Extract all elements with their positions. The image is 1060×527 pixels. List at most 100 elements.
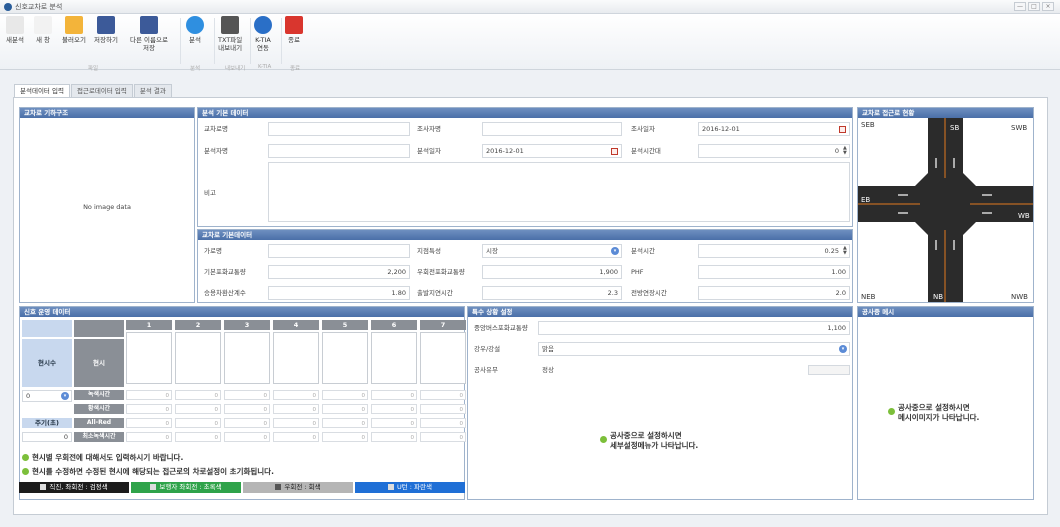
analysis-date-input[interactable]: 2016-12-01 <box>482 144 622 158</box>
legend-label: U턴 : 파란색 <box>397 483 432 491</box>
ribbon-group-label: K-TIA <box>258 64 272 70</box>
area-type-select[interactable]: 시장 ▾ <box>482 244 622 258</box>
tab-analysis-input[interactable]: 분석데이터 입력 <box>14 84 70 97</box>
signal-value-cell[interactable]: 0 <box>224 390 270 400</box>
tab-results[interactable]: 분석 결과 <box>133 84 172 97</box>
signal-value-cell[interactable]: 0 <box>371 432 417 442</box>
signal-value-cell[interactable]: 0 <box>126 418 172 428</box>
calendar-icon[interactable] <box>839 126 846 133</box>
analyst-input[interactable] <box>268 144 410 158</box>
signal-value-cell[interactable]: 0 <box>420 404 466 414</box>
ribbon-separator <box>180 18 181 64</box>
signal-value-cell[interactable]: 0 <box>273 432 319 442</box>
export-txt-button[interactable]: TXT파일 내보내기 <box>218 16 242 52</box>
signal-value-cell[interactable]: 0 <box>175 390 221 400</box>
signal-value-cell[interactable]: 0 <box>126 432 172 442</box>
signal-value-cell[interactable]: 0 <box>273 390 319 400</box>
tab-approach-input[interactable]: 접근로데이터 입력 <box>70 84 133 97</box>
label-neb: NEB <box>861 293 876 301</box>
signal-value-cell[interactable]: 0 <box>175 418 221 428</box>
clearance-input[interactable]: 2.0 <box>698 286 850 300</box>
special-panel-title: 특수 상황 설정 <box>468 307 852 317</box>
info-dot-icon <box>22 454 29 461</box>
analysis-time-input[interactable]: 0.25 ▲ ▼ <box>698 244 850 258</box>
survey-date-input[interactable]: 2016-12-01 <box>698 122 850 136</box>
weather-select[interactable]: 맑음 ▾ <box>538 342 850 356</box>
spinner-icon[interactable]: ▲ ▼ <box>843 246 847 256</box>
approach-panel: 교차로 접근로 현황 SB SWB SEB EB WB NEB NB NWB <box>857 107 1034 303</box>
signal-value-cell[interactable]: 0 <box>420 390 466 400</box>
phase-diagram-cell[interactable] <box>273 332 319 384</box>
phase-diagram-cell[interactable] <box>175 332 221 384</box>
close-window-button[interactable]: × <box>1042 2 1054 11</box>
signal-value-cell[interactable]: 0 <box>126 390 172 400</box>
area-type-value: 시장 <box>486 247 498 255</box>
signal-value-cell[interactable]: 0 <box>273 418 319 428</box>
surveyor-input[interactable] <box>482 122 622 136</box>
phf-input[interactable]: 1.00 <box>698 265 850 279</box>
signal-value-cell[interactable]: 0 <box>224 404 270 414</box>
legend-swatch-icon <box>388 484 394 490</box>
signal-value-cell[interactable]: 0 <box>322 404 368 414</box>
save-button[interactable]: 저장하기 <box>94 16 118 44</box>
chevron-down-icon[interactable]: ▾ <box>611 247 619 255</box>
info-dot-icon <box>600 436 607 443</box>
chevron-down-icon[interactable]: ▾ <box>61 392 69 400</box>
calendar-icon[interactable] <box>611 148 618 155</box>
signal-value-cell[interactable]: 0 <box>273 404 319 414</box>
clearance-label: 전방연장시간 <box>631 289 667 297</box>
row-label-2: All-Red <box>74 418 124 428</box>
intersection-diagram[interactable]: SB SWB SEB EB WB NEB NB NWB <box>858 118 1033 302</box>
signal-value-cell[interactable]: 0 <box>126 404 172 414</box>
phase-diagram-cell[interactable] <box>126 332 172 384</box>
maximize-button[interactable]: □ <box>1028 2 1040 11</box>
analyze-button[interactable]: 분석 <box>186 16 204 44</box>
remarks-textarea[interactable] <box>268 162 850 222</box>
bus-equiv-input[interactable]: 1.80 <box>268 286 410 300</box>
analysis-date-value: 2016-12-01 <box>486 147 524 155</box>
note-1: 현시별 우회전에 대해서도 입력하시기 바랍니다. <box>22 452 183 463</box>
right-turn-sat-flow-input[interactable]: 1,900 <box>482 265 622 279</box>
base-sat-flow-input[interactable]: 2,200 <box>268 265 410 279</box>
construction-message: 공사중으로 설정하시면 메시이미지가 나타납니다. <box>888 403 979 423</box>
phase-column-6: 6 <box>371 320 417 330</box>
phase-diagram-cell[interactable] <box>322 332 368 384</box>
traffic-data-title: 교차로 기본데이터 <box>198 230 852 240</box>
new-window-button[interactable]: 새 창 <box>34 16 52 44</box>
signal-value-cell[interactable]: 0 <box>322 432 368 442</box>
chevron-down-icon[interactable]: ▾ <box>839 345 847 353</box>
intersection-input[interactable] <box>268 122 410 136</box>
minimize-button[interactable]: — <box>1014 2 1026 11</box>
phase-count-select[interactable]: 0 ▾ <box>22 390 72 402</box>
signal-value-cell[interactable]: 0 <box>322 418 368 428</box>
spinner-icon[interactable]: ▲ ▼ <box>843 146 847 156</box>
signal-value-cell[interactable]: 0 <box>175 404 221 414</box>
construction-select[interactable]: 정상 <box>538 363 808 377</box>
signal-value-cell[interactable]: 0 <box>371 404 417 414</box>
signal-value-cell[interactable]: 0 <box>420 418 466 428</box>
label-eb: EB <box>861 196 870 204</box>
signal-value-cell[interactable]: 0 <box>420 432 466 442</box>
new-analysis-button[interactable]: 새분석 <box>6 16 24 44</box>
signal-value-cell[interactable]: 0 <box>224 432 270 442</box>
phase-diagram-cell[interactable] <box>420 332 466 384</box>
signal-value-cell[interactable]: 0 <box>322 390 368 400</box>
ktia-button[interactable]: K-TIA 연동 <box>254 16 272 52</box>
cycle-input[interactable]: 0 <box>22 432 72 442</box>
start-loss-input[interactable]: 2.3 <box>482 286 622 300</box>
signal-value-cell[interactable]: 0 <box>371 418 417 428</box>
signal-value-cell[interactable]: 0 <box>371 390 417 400</box>
analysis-interval-input[interactable]: 0 ▲ ▼ <box>698 144 850 158</box>
save-as-button[interactable]: 다른 이름으로 저장 <box>130 16 168 52</box>
road-name-label: 가로명 <box>204 247 222 255</box>
survey-date-label: 조사일자 <box>631 125 655 133</box>
bus-volume-input[interactable]: 1,100 <box>538 321 850 335</box>
signal-value-cell[interactable]: 0 <box>175 432 221 442</box>
phase-diagram-cell[interactable] <box>371 332 417 384</box>
phase-diagram-cell[interactable] <box>224 332 270 384</box>
exit-button[interactable]: 종료 <box>285 16 303 44</box>
signal-value-cell[interactable]: 0 <box>224 418 270 428</box>
construction-dropdown-button[interactable] <box>808 365 850 375</box>
open-button[interactable]: 불러오기 <box>62 16 86 44</box>
road-name-input[interactable] <box>268 244 410 258</box>
